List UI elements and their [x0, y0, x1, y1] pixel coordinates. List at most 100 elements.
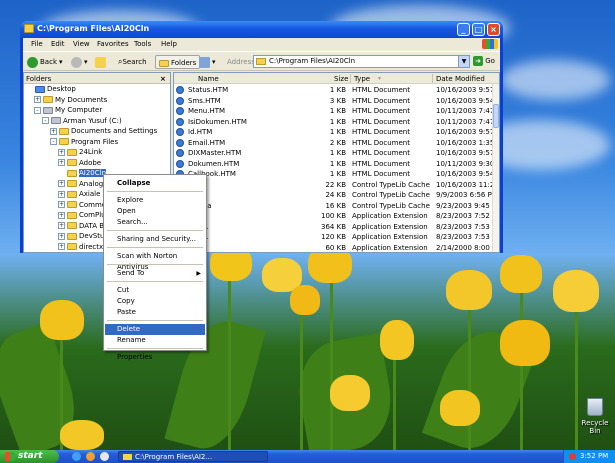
expand-icon[interactable]: + [58, 243, 65, 250]
column-type-header[interactable]: Type [354, 75, 370, 83]
tree-item[interactable]: - My Computer [34, 106, 102, 116]
tree-item[interactable]: + Analogi [58, 180, 105, 190]
media-quicklaunch-icon[interactable] [86, 452, 95, 461]
expand-icon[interactable]: + [58, 232, 65, 240]
tree-item[interactable]: AI20Cln [58, 169, 107, 179]
menu-tools[interactable]: Tools [134, 40, 151, 48]
expand-icon[interactable]: + [50, 127, 57, 135]
folders-button[interactable]: Folders [155, 55, 201, 69]
clock: 3:52 PM [580, 452, 609, 460]
menu-file[interactable]: File [31, 40, 43, 48]
context-menu-explore[interactable]: Explore [105, 195, 205, 206]
context-menu-sharing-and-security[interactable]: Sharing and Security... [105, 234, 205, 245]
column-separator[interactable] [350, 74, 351, 83]
file-row[interactable]: Menu.HTM 1 KB HTML Document 10/11/2003 7:47… [174, 106, 499, 116]
file-row[interactable]: DLL100 KBApplication Extension8/23/2003 … [174, 211, 499, 221]
expand-icon[interactable]: + [58, 222, 65, 229]
expand-icon[interactable]: + [58, 180, 65, 187]
forward-button[interactable]: ▾ [71, 55, 88, 69]
ie-quicklaunch-icon[interactable] [72, 452, 81, 461]
expand-icon[interactable]: + [58, 201, 65, 208]
tree-item[interactable]: Desktop [26, 85, 76, 95]
collapse-icon[interactable]: - [50, 138, 57, 145]
scrollbar-thumb[interactable] [493, 104, 499, 128]
tree-item[interactable]: - Program Files [50, 138, 118, 148]
tree-item-label: Program Files [71, 137, 119, 146]
antivirus-tray-icon[interactable] [569, 453, 576, 460]
file-row[interactable]: DIXMaster.HTM 1 KB HTML Document 10/16/2003… [174, 148, 499, 158]
tree-item[interactable]: + directx [58, 243, 103, 253]
tree-item[interactable]: + Documents and Settings [50, 127, 157, 137]
file-row[interactable]: Sms.HTM 3 KB HTML Document 10/16/2003 9:54 … [174, 96, 499, 106]
maximize-button[interactable]: □ [472, 23, 485, 36]
recycle-bin[interactable]: Recycle Bin [577, 398, 613, 435]
menu-edit[interactable]: Edit [51, 40, 65, 48]
file-type: Control TypeLib Cache [352, 201, 430, 210]
file-row[interactable]: oca22 KBControl TypeLib Cache10/16/2003 … [174, 180, 499, 190]
context-menu-open[interactable]: Open [105, 206, 205, 217]
desktop-quicklaunch-icon[interactable] [100, 452, 109, 461]
tree-item[interactable]: + ComPlu [58, 211, 106, 221]
column-size-header[interactable]: Size [334, 75, 348, 83]
tree-item[interactable]: +24Link [58, 148, 102, 158]
expand-icon[interactable]: + [58, 159, 65, 166]
tree-item[interactable]: + Axiale [58, 190, 100, 200]
expand-icon[interactable]: + [58, 211, 65, 219]
up-folder-button[interactable] [95, 55, 108, 69]
close-button[interactable]: × [487, 23, 500, 36]
title-bar[interactable]: C:\Program Files\AI20Cln _ □ × [20, 21, 503, 38]
vertical-scrollbar[interactable] [492, 84, 499, 252]
expand-icon[interactable]: + [58, 190, 65, 198]
context-menu-send-to[interactable]: Send To ▶ [105, 268, 205, 279]
views-button[interactable]: ▾ [199, 55, 216, 69]
collapse-icon[interactable]: - [34, 106, 41, 114]
collapse-icon[interactable]: - [42, 117, 49, 124]
menu-favorites[interactable]: Favorites [97, 40, 129, 48]
search-button[interactable]: ⌕Search [118, 55, 147, 69]
tree-item[interactable]: + Adobe [58, 159, 101, 169]
context-menu-delete[interactable]: Delete [105, 324, 205, 335]
expand-icon[interactable]: + [58, 148, 65, 156]
column-date-header[interactable]: Date Modified [436, 75, 485, 83]
tulip [40, 300, 84, 340]
file-row[interactable]: 32.oca16 KBControl TypeLib Cache9/23/200… [174, 201, 499, 211]
address-dropdown-icon[interactable]: ▼ [458, 56, 469, 67]
tree-item[interactable]: + My Documents [34, 96, 107, 106]
go-button[interactable]: ➜ Go [473, 55, 498, 68]
context-menu-paste[interactable]: Paste [105, 307, 205, 318]
address-bar[interactable]: C:\Program Files\AI20Cln ▼ [253, 55, 470, 68]
context-menu-search[interactable]: Search... [105, 217, 205, 228]
tree-item[interactable]: - Arman Yusuf (C:) [42, 117, 122, 127]
file-row[interactable]: 2.oca24 KBControl TypeLib Cache9/9/2003 … [174, 190, 498, 200]
desktop-icon [35, 85, 45, 93]
tree-item[interactable]: + DevStu [58, 232, 104, 242]
file-row[interactable]: Email.HTM 2 KB HTML Document 10/16/2003 1:3… [174, 138, 499, 148]
menu-help[interactable]: Help [161, 40, 177, 48]
file-row[interactable]: 2.DLL364 KBApplication Extension8/23/200… [174, 222, 499, 232]
file-row[interactable]: IsiDokumen.HTM 1 KB HTML Document 10/11/200… [174, 117, 499, 127]
file-row[interactable]: Id.HTM 1 KB HTML Document 10/16/2003 9:57 A… [174, 127, 499, 137]
column-separator[interactable] [432, 74, 433, 83]
start-button[interactable]: start [0, 450, 59, 463]
file-row[interactable]: Dokumen.HTM 1 KB HTML Document 10/11/2003 9… [174, 159, 499, 169]
tree-item[interactable]: + DATA B [58, 222, 104, 232]
tree-item[interactable]: + Commo [58, 201, 106, 211]
taskbar-window-button[interactable]: C:\Program Files\AI2... [118, 451, 268, 462]
context-menu-properties[interactable]: Properties [105, 352, 205, 363]
context-menu-scan-with-norton-antivirus[interactable]: Scan with Norton AntiVirus [105, 251, 205, 271]
context-menu-rename[interactable]: Rename [105, 335, 205, 346]
back-button[interactable]: Back ▾ [27, 55, 63, 69]
file-row[interactable]: LL60 KBApplication Extension2/14/2000 8:… [174, 243, 499, 253]
file-row[interactable]: 3.DLL120 KBApplication Extension8/23/200… [174, 232, 499, 242]
file-row[interactable]: Callbook.HTM 1 KB HTML Document 10/16/2003 … [174, 169, 499, 179]
context-menu-copy[interactable]: Copy [105, 296, 205, 307]
menu-view[interactable]: View [73, 40, 90, 48]
context-menu-collapse[interactable]: Collapse [105, 178, 205, 189]
column-name-header[interactable]: Name [198, 75, 219, 83]
context-menu-cut[interactable]: Cut [105, 285, 205, 296]
close-pane-icon[interactable]: × [160, 75, 166, 83]
file-row[interactable]: Status.HTM 1 KB HTML Document 10/16/2003 9:… [174, 85, 499, 95]
expand-icon[interactable]: + [34, 96, 41, 103]
file-size: 1 KB [329, 86, 346, 94]
minimize-button[interactable]: _ [457, 23, 470, 36]
